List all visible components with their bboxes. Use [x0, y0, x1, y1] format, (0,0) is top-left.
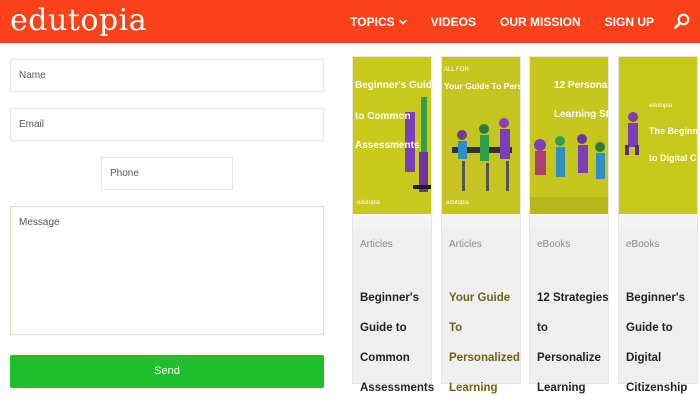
- email-field[interactable]: Email: [10, 108, 324, 141]
- card-image[interactable]: Beginner's Guide to Common Assessments e…: [353, 57, 431, 214]
- nav-topics[interactable]: TOPICS: [350, 14, 407, 29]
- card-image[interactable]: ALL FOR Your Guide To Personalized Learn…: [442, 57, 520, 214]
- message-field[interactable]: Message: [10, 206, 324, 335]
- card-title[interactable]: Beginner's Guide to Common Assessments: [360, 283, 434, 400]
- message-placeholder: Message: [19, 217, 60, 228]
- name-field[interactable]: Name: [10, 59, 324, 92]
- svg-text:ALL FOR: ALL FOR: [444, 67, 469, 73]
- card-image-caption: Beginner's Guide: [355, 80, 431, 91]
- search-icon[interactable]: [674, 13, 690, 29]
- card-image-caption: to Digital Citizenship: [649, 153, 697, 163]
- name-placeholder: Name: [19, 70, 46, 81]
- card-image-caption: The Beginner's Guide: [649, 126, 697, 136]
- card-image-watermark: edutopia: [649, 103, 673, 109]
- card-type: eBooks: [626, 239, 660, 250]
- nav-topics-label: TOPICS: [350, 14, 395, 29]
- card-divider: [619, 214, 697, 234]
- card-type: Articles: [449, 239, 482, 250]
- email-placeholder: Email: [19, 119, 45, 130]
- send-button[interactable]: Send: [10, 355, 324, 388]
- card-image-watermark: edutopia: [357, 200, 381, 206]
- nav-videos[interactable]: VIDEOS: [431, 15, 476, 29]
- phone-field[interactable]: Phone: [101, 157, 233, 190]
- card-divider: [353, 214, 431, 234]
- main-nav: TOPICS VIDEOS OUR MISSION SIGN UP: [326, 0, 654, 43]
- edutopia-logo[interactable]: edutopia: [10, 4, 147, 38]
- resource-card[interactable]: ALL FOR Your Guide To Personalized Learn…: [441, 56, 521, 394]
- site-header: edutopia TOPICS VIDEOS OUR MISSION SIGN …: [0, 0, 700, 43]
- card-type: Articles: [360, 239, 393, 250]
- card-image[interactable]: 12 Personalized Learning Strategies: [530, 57, 608, 214]
- card-image-caption: Assessments: [355, 140, 420, 151]
- resource-card[interactable]: Beginner's Guide to Common Assessments e…: [352, 56, 434, 394]
- card-image[interactable]: edutopia The Beginner's Guide to Digital…: [619, 57, 697, 214]
- card-divider: [442, 214, 520, 234]
- card-title[interactable]: Beginner's Guide to Digital Citizenship: [626, 283, 698, 400]
- resource-card[interactable]: edutopia The Beginner's Guide to Digital…: [618, 56, 698, 394]
- card-image-caption: 12 Personalized: [554, 80, 608, 91]
- nav-our-mission[interactable]: OUR MISSION: [500, 15, 581, 29]
- card-divider: [530, 214, 608, 234]
- nav-sign-up[interactable]: SIGN UP: [605, 15, 654, 29]
- card-image-caption: Learning Strategies: [554, 109, 608, 120]
- card-title[interactable]: Your Guide To Personalized Learning: [449, 283, 521, 400]
- card-image-caption: Your Guide To Personalized Learning: [444, 81, 520, 91]
- card-image-caption: to Common: [355, 111, 411, 122]
- chevron-down-icon: [398, 19, 407, 25]
- card-title[interactable]: 12 Strategies to Personalize Learning: [537, 283, 609, 400]
- card-image-watermark: edutopia: [446, 200, 470, 206]
- card-type: eBooks: [537, 239, 571, 250]
- resource-card[interactable]: 12 Personalized Learning Strategies eBoo…: [529, 56, 609, 394]
- phone-placeholder: Phone: [110, 168, 139, 179]
